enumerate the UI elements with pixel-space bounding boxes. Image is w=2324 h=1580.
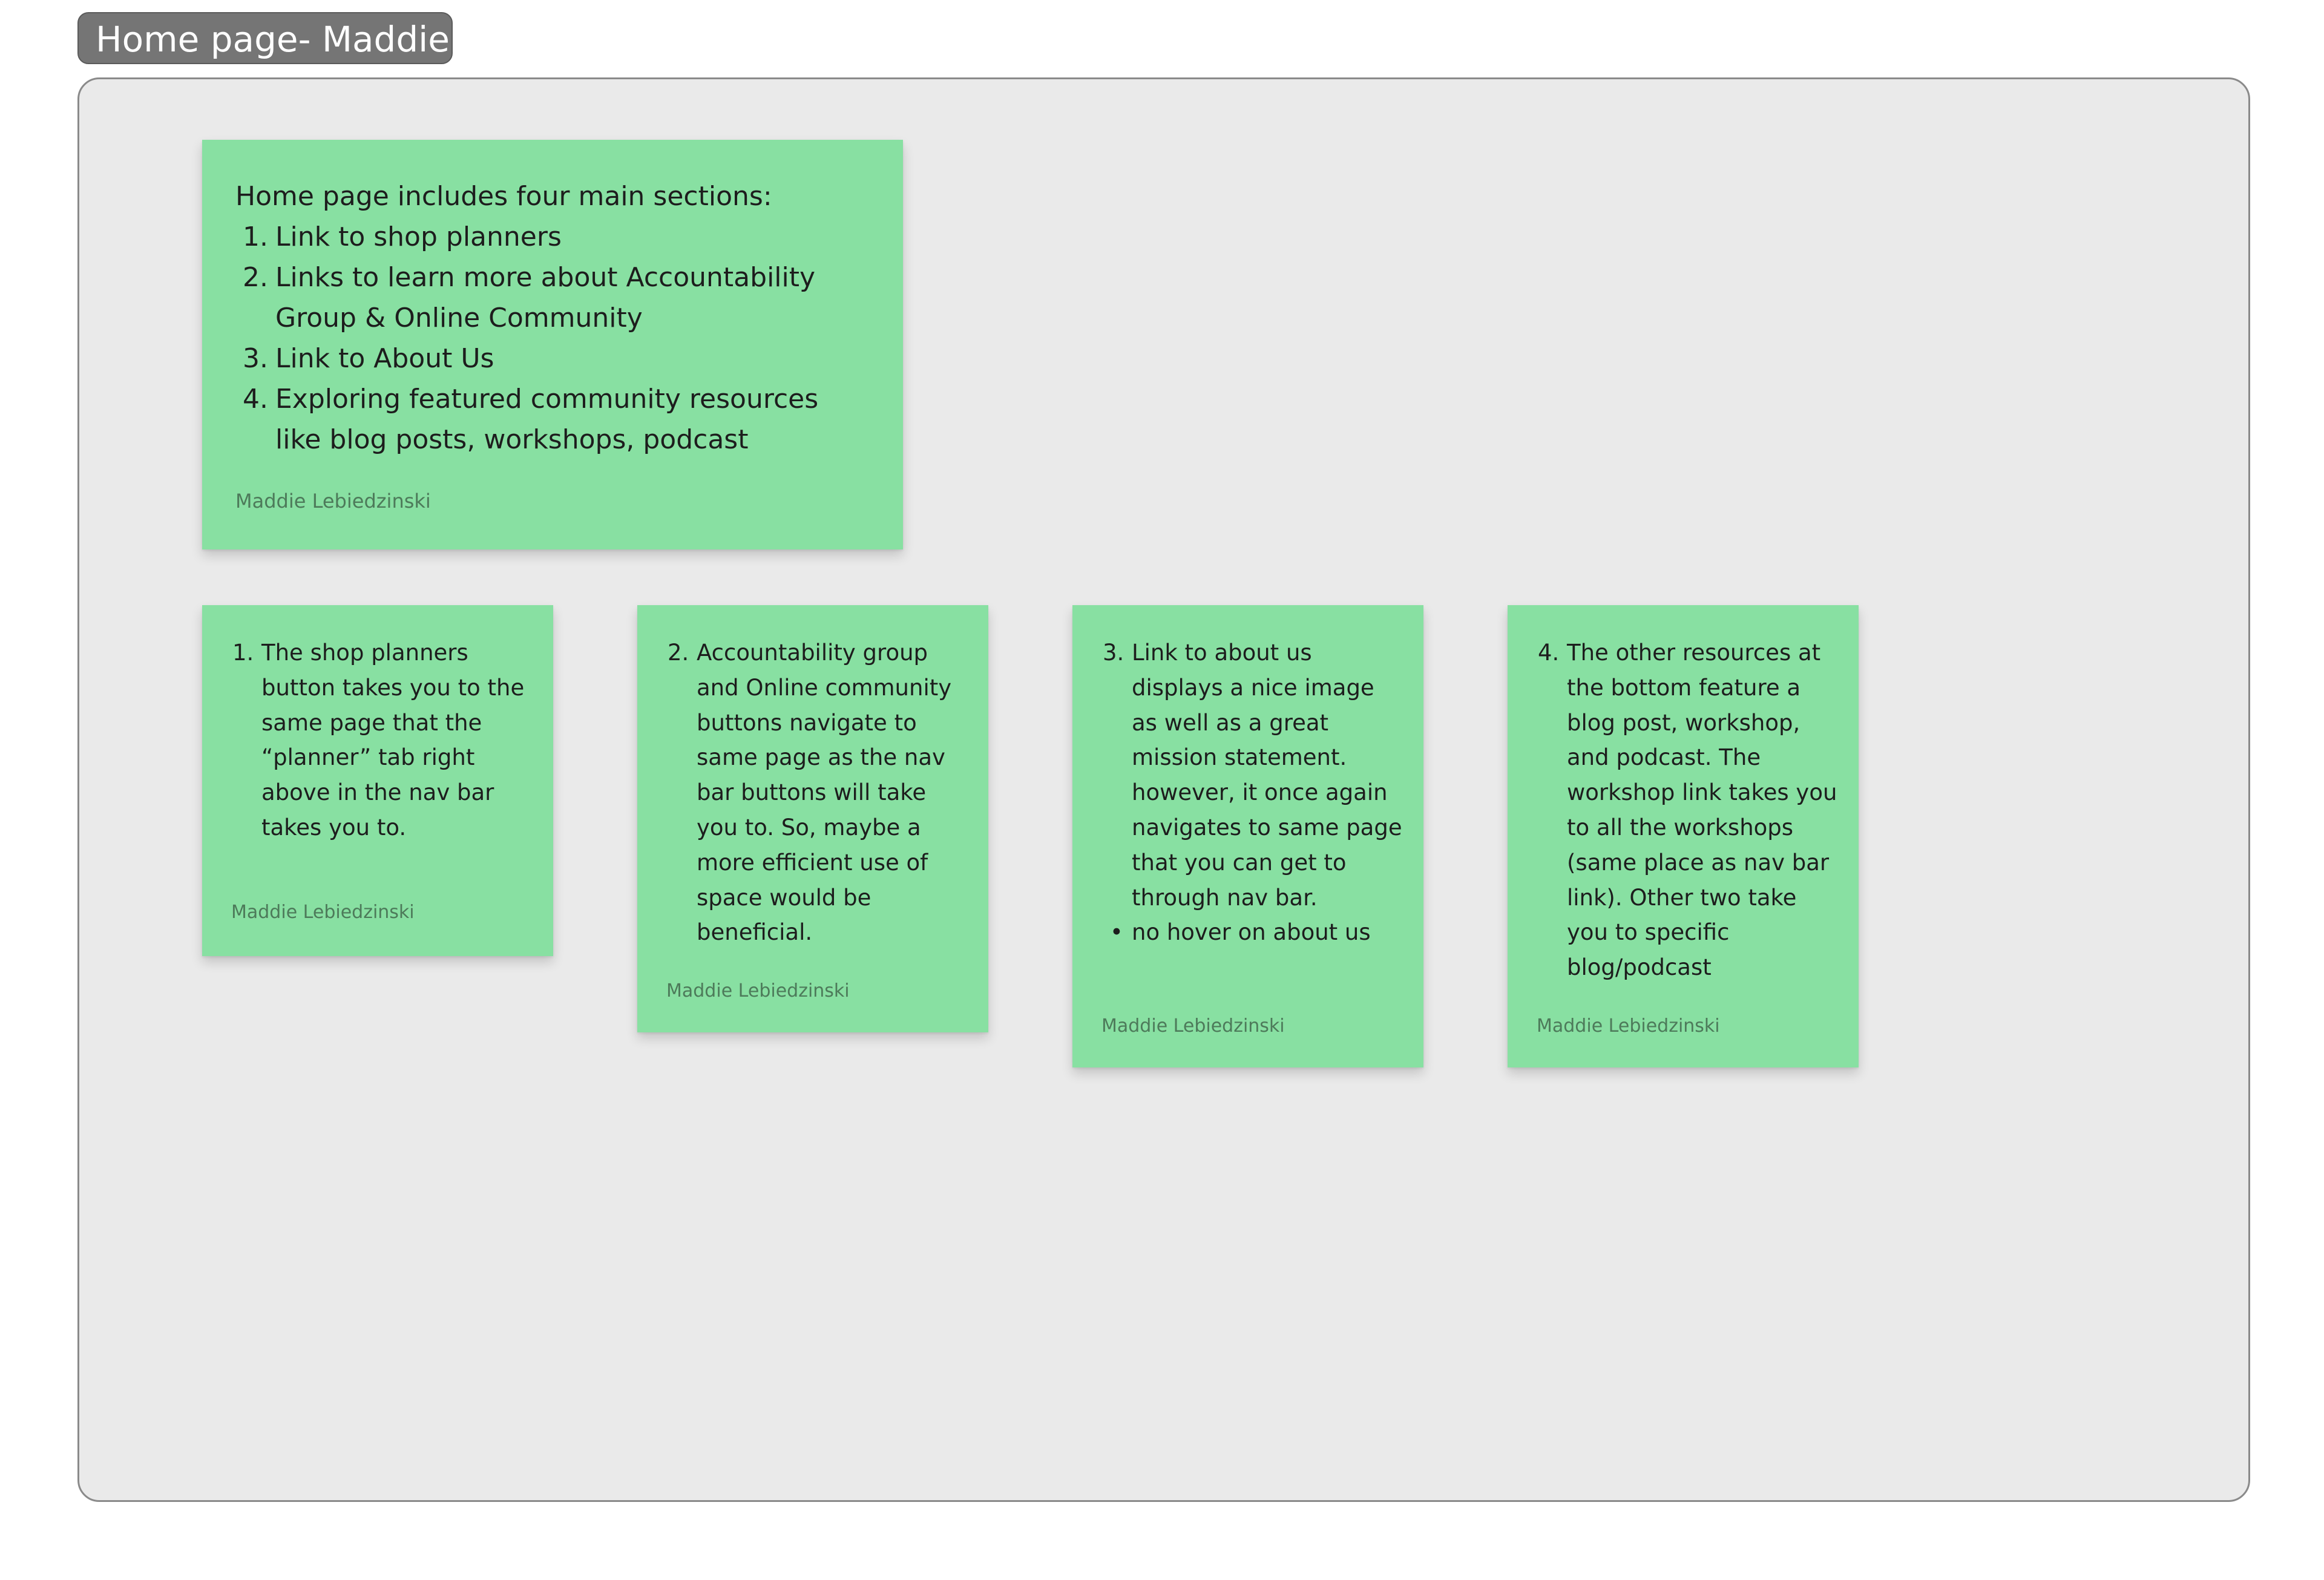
section-title-label[interactable]: Home page- Maddie — [77, 12, 453, 64]
list-item-text: Links to learn more about Accountability… — [275, 262, 816, 333]
note-text: Link to about us displays a nice image a… — [1132, 640, 1402, 911]
sections-list: 1. Link to shop planners 2. Links to lea… — [235, 217, 870, 460]
sticky-body: 1. The shop planners button takes you to… — [232, 635, 535, 845]
sticky-body: 3. Link to about us displays a nice imag… — [1103, 635, 1405, 950]
sticky-note-resources[interactable]: 4. The other resources at the bottom fea… — [1508, 605, 1859, 1067]
list-item-text: Exploring featured community resources l… — [275, 384, 819, 455]
sticky-author: Maddie Lebiedzinski — [1101, 1015, 1285, 1037]
sticky-note-about-us[interactable]: 3. Link to about us displays a nice imag… — [1072, 605, 1423, 1067]
sticky-note-overview[interactable]: Home page includes four main sections: 1… — [202, 140, 903, 549]
note-number: 1. — [232, 640, 254, 666]
note-text: Accountability group and Online communit… — [697, 640, 952, 946]
list-item-number: 2. — [243, 262, 268, 293]
list-item-number: 3. — [243, 343, 268, 374]
sticky-body: 2. Accountability group and Online commu… — [668, 635, 970, 950]
sticky-author: Maddie Lebiedzinski — [235, 490, 431, 513]
note-number: 2. — [668, 640, 689, 666]
note-bullet: • no hover on about us — [1103, 915, 1405, 950]
list-item: 3. Link to About Us — [235, 338, 870, 379]
note-number: 3. — [1103, 640, 1124, 666]
list-item: 2. Links to learn more about Accountabil… — [235, 257, 870, 338]
sticky-author: Maddie Lebiedzinski — [1537, 1015, 1720, 1037]
list-item: 4. Exploring featured community resource… — [235, 379, 870, 460]
bullet-dot-icon: • — [1110, 919, 1123, 946]
sticky-author: Maddie Lebiedzinski — [666, 980, 850, 1001]
sticky-intro-text: Home page includes four main sections: — [235, 181, 772, 212]
note-number: 4. — [1538, 640, 1560, 666]
sticky-body: 4. The other resources at the bottom fea… — [1538, 635, 1840, 985]
list-item-text: Link to shop planners — [275, 221, 562, 252]
list-item-text: Link to About Us — [275, 343, 494, 374]
sticky-author: Maddie Lebiedzinski — [231, 902, 415, 923]
list-item-number: 1. — [243, 221, 268, 252]
note-text: The shop planners button takes you to th… — [261, 640, 525, 841]
list-item: 1. Link to shop planners — [235, 217, 870, 257]
list-item-number: 4. — [243, 384, 268, 415]
whiteboard-canvas[interactable]: Home page- Maddie Home page includes fou… — [0, 0, 2324, 1580]
note-text: The other resources at the bottom featur… — [1567, 640, 1837, 981]
note-bullet-text: no hover on about us — [1132, 919, 1371, 946]
sticky-note-accountability[interactable]: 2. Accountability group and Online commu… — [637, 605, 988, 1032]
sticky-note-shop-planners[interactable]: 1. The shop planners button takes you to… — [202, 605, 553, 956]
